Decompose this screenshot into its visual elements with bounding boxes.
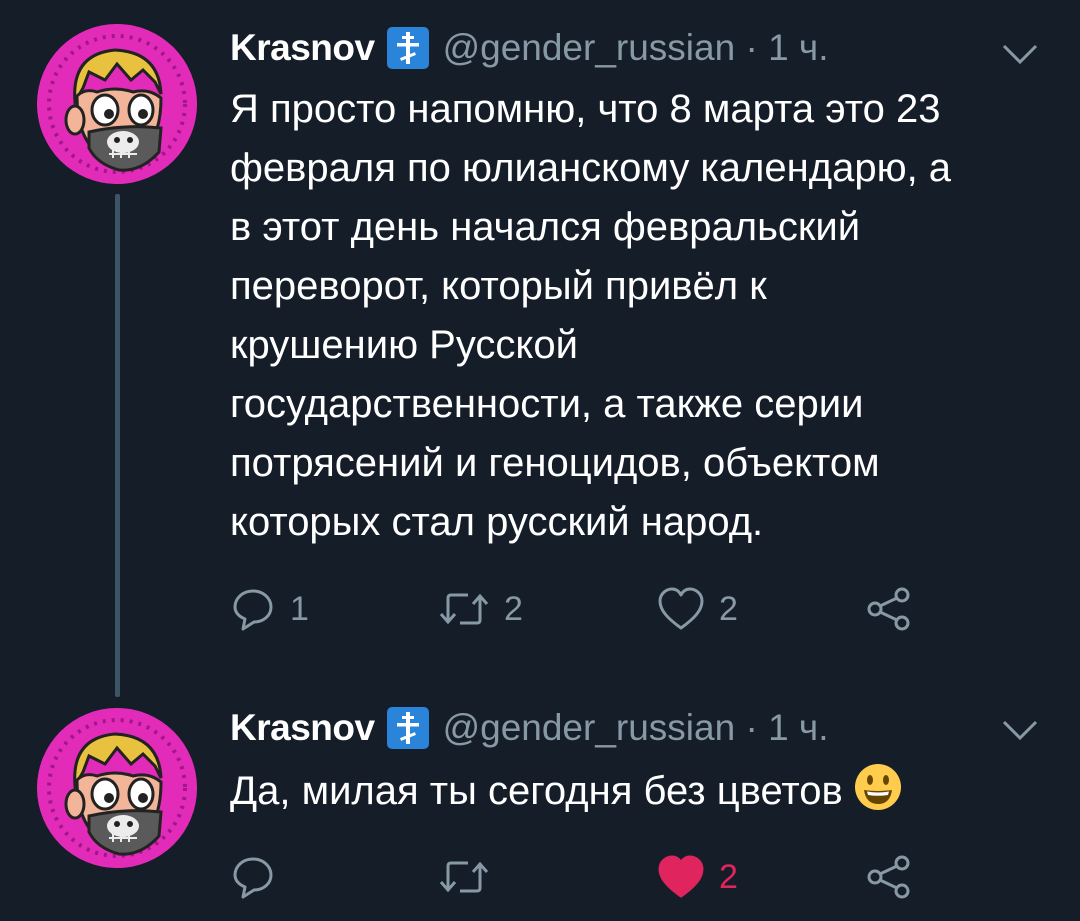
retweet-icon (439, 861, 489, 893)
tweet-header: Krasnov @gender_russian · 1 ч. (230, 22, 829, 74)
tweet-text-line: Я просто напомню, что 8 марта это 23 (230, 87, 941, 131)
tweet-text-line: которых стал русский народ. (230, 500, 764, 544)
reply-icon (233, 589, 273, 631)
tweet-header: Krasnov @gender_russian · 1 ч. (230, 702, 829, 754)
share-button[interactable] (864, 584, 912, 634)
like-count: 2 (719, 589, 738, 628)
tweet-text: Да, милая ты сегодня без цветов (230, 762, 1060, 821)
tweet-text-line: февраля по юлианскому календарю, а (230, 146, 952, 190)
reply-icon (233, 857, 273, 899)
reply-button[interactable]: 1 (230, 584, 309, 634)
share-icon (867, 855, 910, 899)
avatar[interactable] (37, 708, 197, 868)
tweet-text: Я просто напомню, что 8 марта это 23 фев… (230, 80, 1060, 552)
tweet-text-line: в этот день начался февральский (230, 205, 861, 249)
retweet-button[interactable]: 2 (438, 584, 523, 634)
display-name[interactable]: Krasnov (230, 27, 375, 69)
tweet-text-line: переворот, который привёл к (230, 264, 767, 308)
user-handle[interactable]: @gender_russian · 1 ч. (443, 27, 829, 69)
avatar[interactable] (37, 24, 197, 184)
tweet-time: 1 ч. (768, 27, 829, 68)
tweet-time: 1 ч. (768, 707, 829, 748)
chevron-down-icon[interactable] (1000, 714, 1040, 744)
orthodox-cross-icon (386, 27, 429, 69)
display-name[interactable]: Krasnov (230, 707, 375, 749)
tweet-text-line: потрясений и геноцидов, объектом (230, 441, 880, 485)
orthodox-cross-icon (386, 707, 429, 749)
share-icon (867, 587, 910, 631)
smiley-face-icon (854, 764, 901, 810)
like-button[interactable]: 2 (657, 852, 738, 902)
tweet[interactable]: Krasnov @gender_russian · 1 ч. Я просто … (0, 0, 1080, 697)
like-count: 2 (719, 857, 738, 896)
heart-filled-icon (658, 855, 704, 898)
tweet-text-line: крушению Русской (230, 323, 578, 367)
share-button[interactable] (864, 852, 912, 902)
retweet-button[interactable] (438, 852, 504, 902)
tweet-actions: 2 (230, 852, 930, 902)
chevron-down-icon[interactable] (1000, 38, 1040, 68)
thread-connector (115, 194, 120, 697)
retweet-count: 2 (504, 589, 523, 628)
user-handle[interactable]: @gender_russian · 1 ч. (443, 707, 829, 749)
reply-button[interactable] (230, 852, 290, 902)
retweet-icon (439, 593, 489, 625)
tweet[interactable]: Krasnov @gender_russian · 1 ч. Да, милая… (0, 690, 1080, 921)
tweet-actions: 1 2 2 (230, 584, 930, 634)
reply-count: 1 (290, 589, 309, 628)
tweet-text-line: государственности, а также серии (230, 382, 864, 426)
tweet-text-line: Да, милая ты сегодня без цветов (230, 762, 1060, 821)
heart-icon (658, 587, 704, 630)
like-button[interactable]: 2 (657, 584, 738, 634)
